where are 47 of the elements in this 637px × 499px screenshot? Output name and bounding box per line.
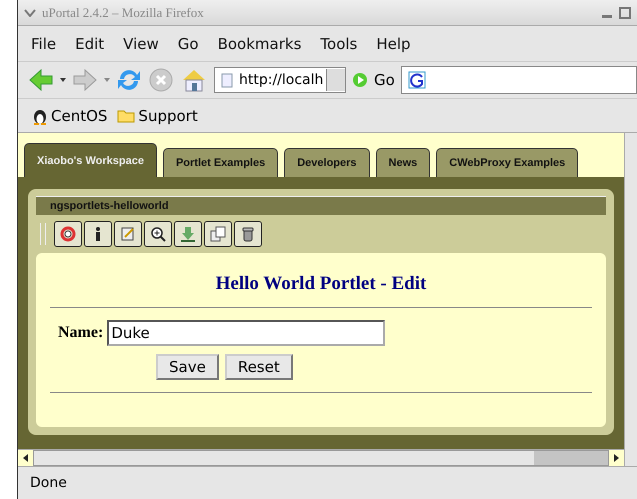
scrollbar-track[interactable] [33,450,609,466]
back-arrow-icon[interactable] [28,68,54,92]
menu-item[interactable]: Tools [320,34,358,52]
go-icon[interactable] [352,72,368,88]
menu-item[interactable]: View [123,34,159,52]
scroll-right-icon[interactable] [614,454,619,462]
download-icon[interactable] [174,221,202,247]
trash-icon[interactable] [234,221,262,247]
menu-item[interactable]: Help [376,34,411,52]
chevron-icon[interactable] [24,8,36,16]
menu-item[interactable]: Bookmarks [218,34,302,52]
zoom-icon[interactable] [144,221,172,247]
save-button[interactable]: Save [156,354,219,380]
url-field[interactable]: http://localh [214,67,346,93]
search-engine-icon [408,71,426,89]
pages-icon[interactable] [204,221,232,247]
tab[interactable]: Portlet Examples [162,148,278,177]
maximize-icon[interactable] [619,6,631,18]
status-text: Done [18,466,637,499]
menu-item[interactable]: Go [178,34,199,52]
go-button[interactable]: Go [374,71,395,89]
window-title: uPortal 2.4.2 – Mozilla Firefox [42,4,205,20]
info-icon[interactable] [84,221,112,247]
tab[interactable]: Developers [284,148,370,177]
scroll-left-icon[interactable] [23,454,28,462]
menu-item[interactable]: File [31,34,56,52]
tab[interactable]: Xiaobo's Workspace [24,143,157,177]
scrollbar-thumb[interactable] [534,451,608,465]
search-field[interactable] [400,66,637,94]
menu-item[interactable]: Edit [75,34,104,52]
reload-icon[interactable] [116,67,142,93]
lifebuoy-icon[interactable] [54,221,82,247]
bookmark-link[interactable]: Support [138,106,198,124]
portlet-title: ngsportlets-helloworld [36,196,606,215]
portlet-heading: Hello World Portlet - Edit [214,273,428,295]
reset-button[interactable]: Reset [224,354,293,380]
tab[interactable]: CWebProxy Examples [436,148,578,177]
name-label: Name: [58,324,104,342]
tab[interactable]: News [376,148,430,177]
page-icon [221,72,233,88]
folder-icon [117,108,136,122]
stop-icon[interactable] [148,67,174,93]
caret-icon[interactable] [60,78,66,82]
bookmark-link[interactable]: CentOS [51,106,108,124]
edit-icon[interactable] [114,221,142,247]
forward-arrow-icon[interactable] [72,68,98,92]
name-field[interactable]: Duke [107,320,386,346]
